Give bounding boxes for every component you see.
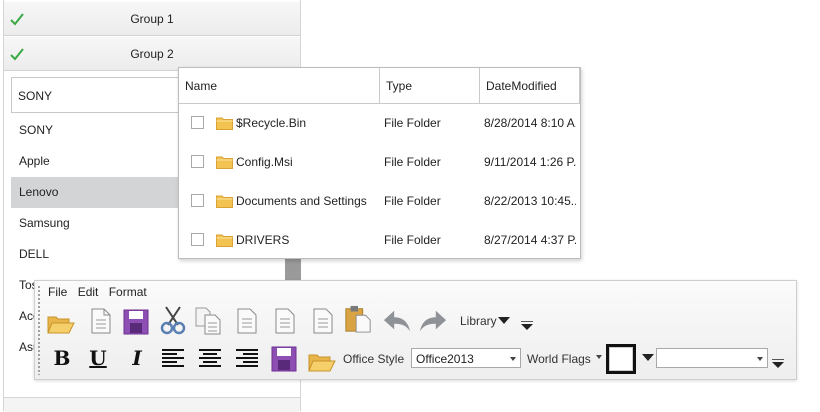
new-document-icon — [91, 308, 111, 334]
new-document-button[interactable] — [87, 307, 115, 335]
bold-icon: B — [53, 346, 71, 370]
overflow-chevron-icon[interactable] — [772, 359, 784, 369]
column-header-datemodified[interactable]: DateModified — [480, 68, 580, 103]
office-style-combobox[interactable]: Office2013 — [411, 348, 521, 368]
grid-header: Name Type DateModified — [179, 68, 580, 104]
color-picker-arrow-icon[interactable] — [642, 354, 654, 362]
table-row[interactable]: Documents and Settings File Folder 8/22/… — [179, 182, 580, 221]
document-icon — [237, 308, 257, 334]
folder-icon — [216, 156, 233, 169]
row-type: File Folder — [384, 194, 441, 208]
color-picker-swatch[interactable] — [606, 344, 636, 374]
save-icon — [123, 309, 149, 335]
group-1-header[interactable]: Group 1 — [4, 2, 300, 36]
cut-button[interactable] — [159, 306, 187, 335]
world-flags-arrow-icon[interactable] — [596, 355, 602, 360]
office-style-value: Office2013 — [416, 352, 474, 366]
italic-icon: I — [132, 346, 142, 370]
save-icon — [271, 346, 297, 372]
open-folder-icon — [308, 354, 336, 372]
align-left-icon — [162, 349, 184, 367]
save-button-2[interactable] — [270, 345, 298, 373]
document-button-2[interactable] — [271, 307, 299, 335]
bold-button[interactable]: B — [48, 344, 76, 372]
align-center-icon — [199, 349, 221, 367]
paste-button[interactable] — [344, 305, 372, 333]
undo-icon — [383, 310, 411, 332]
undo-button[interactable] — [383, 307, 411, 335]
row-checkbox[interactable] — [191, 233, 204, 246]
copy-icon — [195, 307, 221, 335]
brand-combobox-value: SONY — [18, 89, 53, 103]
group-3-header[interactable] — [4, 397, 300, 412]
file-grid-popup: Name Type DateModified $Recycle.Bin File… — [178, 67, 581, 259]
row-name: Documents and Settings — [236, 194, 367, 208]
redo-button[interactable] — [419, 307, 447, 335]
menu-edit[interactable]: Edit — [78, 285, 99, 299]
open-folder-icon — [47, 316, 75, 334]
folder-icon — [216, 234, 233, 247]
align-center-button[interactable] — [196, 344, 224, 372]
italic-button[interactable]: I — [123, 344, 151, 372]
row-checkbox[interactable] — [191, 194, 204, 207]
document-button-3[interactable] — [309, 307, 337, 335]
overflow-chevron-icon[interactable] — [521, 321, 533, 331]
row-checkbox[interactable] — [191, 155, 204, 168]
row-name: $Recycle.Bin — [236, 116, 307, 130]
row-date: 8/22/2013 10:45... — [484, 194, 576, 208]
row-type: File Folder — [384, 116, 441, 130]
row-date: 9/11/2014 1:26 P... — [484, 155, 576, 169]
table-row[interactable]: Config.Msi File Folder 9/11/2014 1:26 P.… — [179, 143, 580, 182]
menu-bar: File Edit Format — [48, 285, 154, 299]
align-left-button[interactable] — [159, 344, 187, 372]
underline-button[interactable]: U — [84, 344, 112, 372]
row-name: DRIVERS — [236, 233, 290, 247]
chevron-down-icon — [510, 357, 516, 361]
underline-icon: U — [89, 346, 107, 370]
flag-combobox[interactable] — [656, 348, 768, 368]
row-name: Config.Msi — [236, 155, 293, 169]
toolbar-grip[interactable] — [37, 285, 41, 375]
row-date: 8/28/2014 8:10 A... — [484, 116, 576, 130]
save-button[interactable] — [122, 308, 150, 336]
document-icon — [313, 308, 333, 334]
office-style-label: Office Style — [343, 352, 405, 366]
library-label[interactable]: Library — [460, 314, 497, 328]
group-1-label: Group 1 — [130, 12, 174, 26]
table-row[interactable]: $Recycle.Bin File Folder 8/28/2014 8:10 … — [179, 104, 580, 143]
copy-button[interactable] — [195, 307, 223, 335]
align-right-icon — [236, 349, 258, 367]
open-button-2[interactable] — [308, 347, 336, 375]
group-2-header[interactable]: Group 2 — [4, 37, 300, 71]
folder-icon — [216, 195, 233, 208]
menu-format[interactable]: Format — [109, 285, 147, 299]
document-icon — [275, 308, 295, 334]
library-dropdown-arrow-icon[interactable] — [498, 317, 510, 325]
redo-icon — [419, 310, 447, 332]
cut-icon — [160, 306, 186, 335]
row-date: 8/27/2014 4:37 P... — [484, 233, 576, 247]
column-header-type[interactable]: Type — [380, 68, 480, 103]
world-flags-label[interactable]: World Flags — [527, 352, 591, 366]
document-button-1[interactable] — [233, 307, 261, 335]
chevron-down-icon — [757, 357, 763, 361]
group-2-label: Group 2 — [130, 47, 174, 61]
row-type: File Folder — [384, 233, 441, 247]
folder-icon — [216, 117, 233, 130]
toolbar: File Edit Format Library B U I Office St… — [34, 280, 797, 380]
align-right-button[interactable] — [233, 344, 261, 372]
paste-icon — [345, 305, 371, 333]
column-header-name[interactable]: Name — [179, 68, 380, 103]
row-type: File Folder — [384, 155, 441, 169]
table-row[interactable]: DRIVERS File Folder 8/27/2014 4:37 P... — [179, 221, 580, 260]
open-button[interactable] — [47, 309, 75, 337]
row-checkbox[interactable] — [191, 116, 204, 129]
menu-file[interactable]: File — [48, 285, 67, 299]
